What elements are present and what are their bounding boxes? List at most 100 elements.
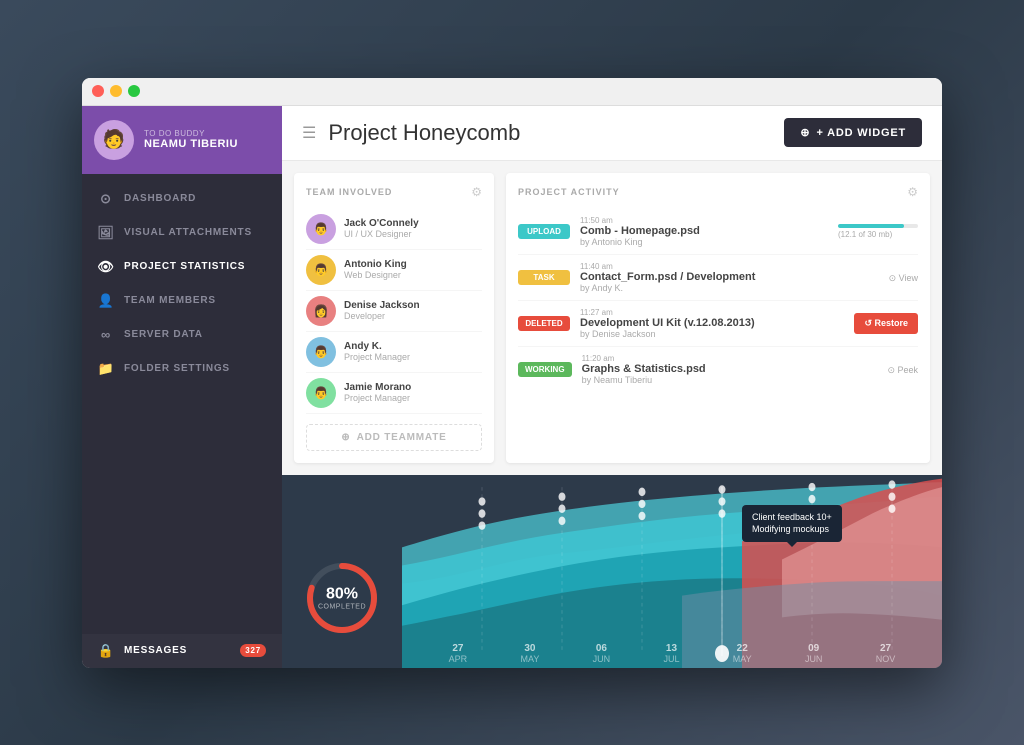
team-member: 👨 Jack O'Connely UI / UX Designer (306, 209, 482, 250)
maximize-button[interactable] (128, 85, 140, 97)
sidebar-item-dashboard[interactable]: ⊙ DASHBOARD (82, 182, 282, 216)
member-role: Web Designer (344, 270, 407, 280)
activity-by: by Neamu Tiberiu (582, 375, 878, 385)
sidebar-item-messages[interactable]: 🔒 MESSAGES 327 (82, 634, 282, 668)
sidebar-item-server-data[interactable]: ∞ SERVER DATA (82, 318, 282, 352)
activity-by: by Andy K. (580, 283, 879, 293)
traffic-lights (92, 85, 140, 97)
team-panel: TEAM INVOLVED ⚙ 👨 Jack O'Connely UI / UX… (294, 173, 494, 463)
chart-date: 13 (663, 643, 679, 654)
app-window: 🧑 TO DO BUDDY NEAMU TIBERIU ⊙ DASHBOARD … (82, 78, 942, 668)
chart-labels: 27APR30MAY06JUN13JUL22MAY09JUN27NOV (402, 639, 942, 668)
activity-panel-header: PROJECT ACTIVITY ⚙ (518, 185, 918, 199)
activity-badge: WORKING (518, 362, 572, 377)
activity-action: ⊙ View (889, 268, 918, 286)
team-member: 👨 Antonio King Web Designer (306, 250, 482, 291)
add-teammate-button[interactable]: ⊕ ADD TEAMMATE (306, 424, 482, 451)
activity-details: 11:20 am Graphs & Statistics.psd by Neam… (582, 354, 878, 385)
add-widget-button[interactable]: ⊕ + ADD WIDGET (784, 118, 922, 147)
sidebar-item-folder-settings[interactable]: 📁 FOLDER SETTINGS (82, 352, 282, 386)
activity-item: UPLOAD 11:50 am Comb - Homepage.psd by A… (518, 209, 918, 255)
nav-items: ⊙ DASHBOARD 🖼 VISUAL ATTACHMENTS 👁 PROJE… (82, 174, 282, 634)
member-avatar: 👨 (306, 378, 336, 408)
sidebar-item-visual-attachments[interactable]: 🖼 VISUAL ATTACHMENTS (82, 216, 282, 250)
hamburger-icon[interactable]: ☰ (302, 123, 316, 143)
chart-label: 06JUN (593, 643, 611, 664)
sidebar-label-server-data: SERVER DATA (124, 329, 203, 340)
main-container: 🧑 TO DO BUDDY NEAMU TIBERIU ⊙ DASHBOARD … (82, 106, 942, 668)
team-member: 👩 Denise Jackson Developer (306, 291, 482, 332)
chart-label: 13JUL (663, 643, 679, 664)
chart-date: 27 (449, 643, 468, 654)
member-info: Jack O'Connely UI / UX Designer (344, 218, 419, 239)
lock-icon: 🔒 (98, 643, 114, 659)
header: ☰ Project Honeycomb ⊕ + ADD WIDGET (282, 106, 942, 161)
team-panel-header: TEAM INVOLVED ⚙ (306, 185, 482, 199)
sidebar-item-project-statistics[interactable]: 👁 PROJECT STATISTICS (82, 250, 282, 284)
chart-label: 30MAY (520, 643, 539, 664)
add-teammate-label: ADD TEAMMATE (357, 432, 447, 443)
activity-by: by Antonio King (580, 237, 828, 247)
chart-label: 09JUN (805, 643, 823, 664)
sidebar-label-dashboard: DASHBOARD (124, 193, 196, 204)
progress-text: 80% COMPLETED (318, 585, 366, 610)
messages-label: MESSAGES (124, 645, 187, 656)
member-info: Denise Jackson Developer (344, 300, 420, 321)
activity-time: 11:40 am (580, 262, 879, 271)
team-member: 👨 Andy K. Project Manager (306, 332, 482, 373)
server-data-icon: ∞ (98, 327, 114, 343)
activity-time: 11:27 am (580, 308, 844, 317)
chart-label: 27NOV (876, 643, 896, 664)
activity-details: 11:50 am Comb - Homepage.psd by Antonio … (580, 216, 828, 247)
chart-date: 27 (876, 643, 896, 654)
progress-bar (838, 224, 918, 228)
chart-month: MAY (733, 654, 752, 664)
member-role: Project Manager (344, 393, 411, 403)
sidebar-item-team-members[interactable]: 👤 TEAM MEMBERS (82, 284, 282, 318)
folder-settings-icon: 📁 (98, 361, 114, 377)
user-info: TO DO BUDDY NEAMU TIBERIU (144, 129, 238, 150)
messages-badge: 327 (240, 644, 266, 657)
restore-button[interactable]: ↺ Restore (854, 313, 918, 334)
peek-link[interactable]: ⊙ Peek (887, 365, 918, 375)
chart-month: APR (449, 654, 468, 664)
activity-list: UPLOAD 11:50 am Comb - Homepage.psd by A… (518, 209, 918, 392)
activity-name: Contact_Form.psd / Development (580, 271, 879, 283)
gear-icon[interactable]: ⚙ (471, 185, 482, 199)
activity-action: (12.1 of 30 mb) (838, 224, 918, 239)
activity-badge: UPLOAD (518, 224, 570, 239)
activity-item: TASK 11:40 am Contact_Form.psd / Develop… (518, 255, 918, 301)
close-button[interactable] (92, 85, 104, 97)
team-member: 👨 Jamie Morano Project Manager (306, 373, 482, 414)
sidebar: 🧑 TO DO BUDDY NEAMU TIBERIU ⊙ DASHBOARD … (82, 106, 282, 668)
chart-date: 22 (733, 643, 752, 654)
plus-circle-icon: ⊕ (800, 126, 810, 139)
chart-label: 27APR (449, 643, 468, 664)
progress-percent: 80% (318, 585, 366, 603)
chart-date: 09 (805, 643, 823, 654)
activity-gear-icon[interactable]: ⚙ (907, 185, 918, 199)
project-statistics-icon: 👁 (98, 259, 114, 275)
dashboard-icon: ⊙ (98, 191, 114, 207)
activity-details: 11:27 am Development UI Kit (v.12.08.201… (580, 308, 844, 339)
activity-name: Graphs & Statistics.psd (582, 363, 878, 375)
member-info: Andy K. Project Manager (344, 341, 410, 362)
minimize-button[interactable] (110, 85, 122, 97)
chart-month: JUN (593, 654, 611, 664)
view-link[interactable]: ⊙ View (889, 273, 918, 283)
member-info: Antonio King Web Designer (344, 259, 407, 280)
chart-month: JUN (805, 654, 823, 664)
visual-attachments-icon: 🖼 (98, 225, 114, 241)
activity-time: 11:20 am (582, 354, 878, 363)
progress-label: (12.1 of 30 mb) (838, 230, 918, 239)
chart-label: 22MAY (733, 643, 752, 664)
team-members-list: 👨 Jack O'Connely UI / UX Designer 👨 Anto… (306, 209, 482, 414)
member-avatar: 👨 (306, 337, 336, 367)
progress-overlay: 80% COMPLETED (302, 558, 382, 638)
user-profile[interactable]: 🧑 TO DO BUDDY NEAMU TIBERIU (82, 106, 282, 174)
chart-date: 30 (520, 643, 539, 654)
member-role: Project Manager (344, 352, 410, 362)
member-avatar: 👨 (306, 214, 336, 244)
activity-panel-title: PROJECT ACTIVITY (518, 187, 620, 197)
user-name: NEAMU TIBERIU (144, 138, 238, 150)
